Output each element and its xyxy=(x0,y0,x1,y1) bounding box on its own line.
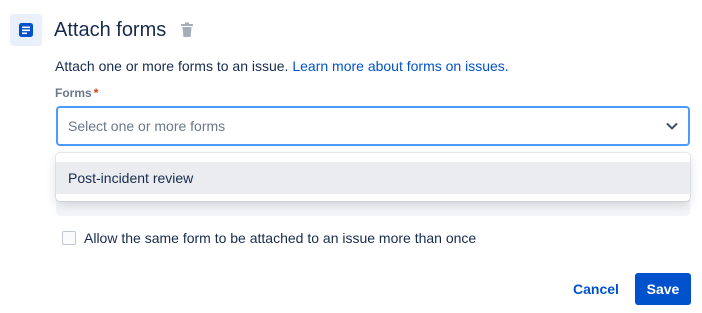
panel-title: Attach forms xyxy=(54,19,167,41)
cancel-button[interactable]: Cancel xyxy=(566,273,626,305)
forms-select[interactable]: Select one or more forms xyxy=(56,106,690,146)
forms-field-label: Forms * xyxy=(55,86,98,100)
allow-duplicate-checkbox[interactable] xyxy=(62,231,76,245)
chevron-down-icon[interactable] xyxy=(664,118,680,134)
dropdown-option[interactable]: Post-incident review xyxy=(56,162,690,194)
forms-label-text: Forms xyxy=(55,86,92,100)
learn-more-link[interactable]: Learn more about forms on issues. xyxy=(292,58,508,74)
save-button[interactable]: Save xyxy=(635,273,691,305)
trash-icon[interactable] xyxy=(180,22,194,38)
forms-dropdown-menu: Post-incident review xyxy=(56,153,690,201)
allow-duplicate-label[interactable]: Allow the same form to be attached to an… xyxy=(84,229,476,247)
forms-select-placeholder: Select one or more forms xyxy=(68,118,226,134)
dropdown-option-label: Post-incident review xyxy=(68,170,194,186)
form-icon-tile xyxy=(10,14,42,46)
description: Attach one or more forms to an issue. Le… xyxy=(55,57,509,75)
required-marker: * xyxy=(93,86,99,100)
form-document-icon xyxy=(19,23,33,37)
description-text: Attach one or more forms to an issue. xyxy=(55,58,289,74)
